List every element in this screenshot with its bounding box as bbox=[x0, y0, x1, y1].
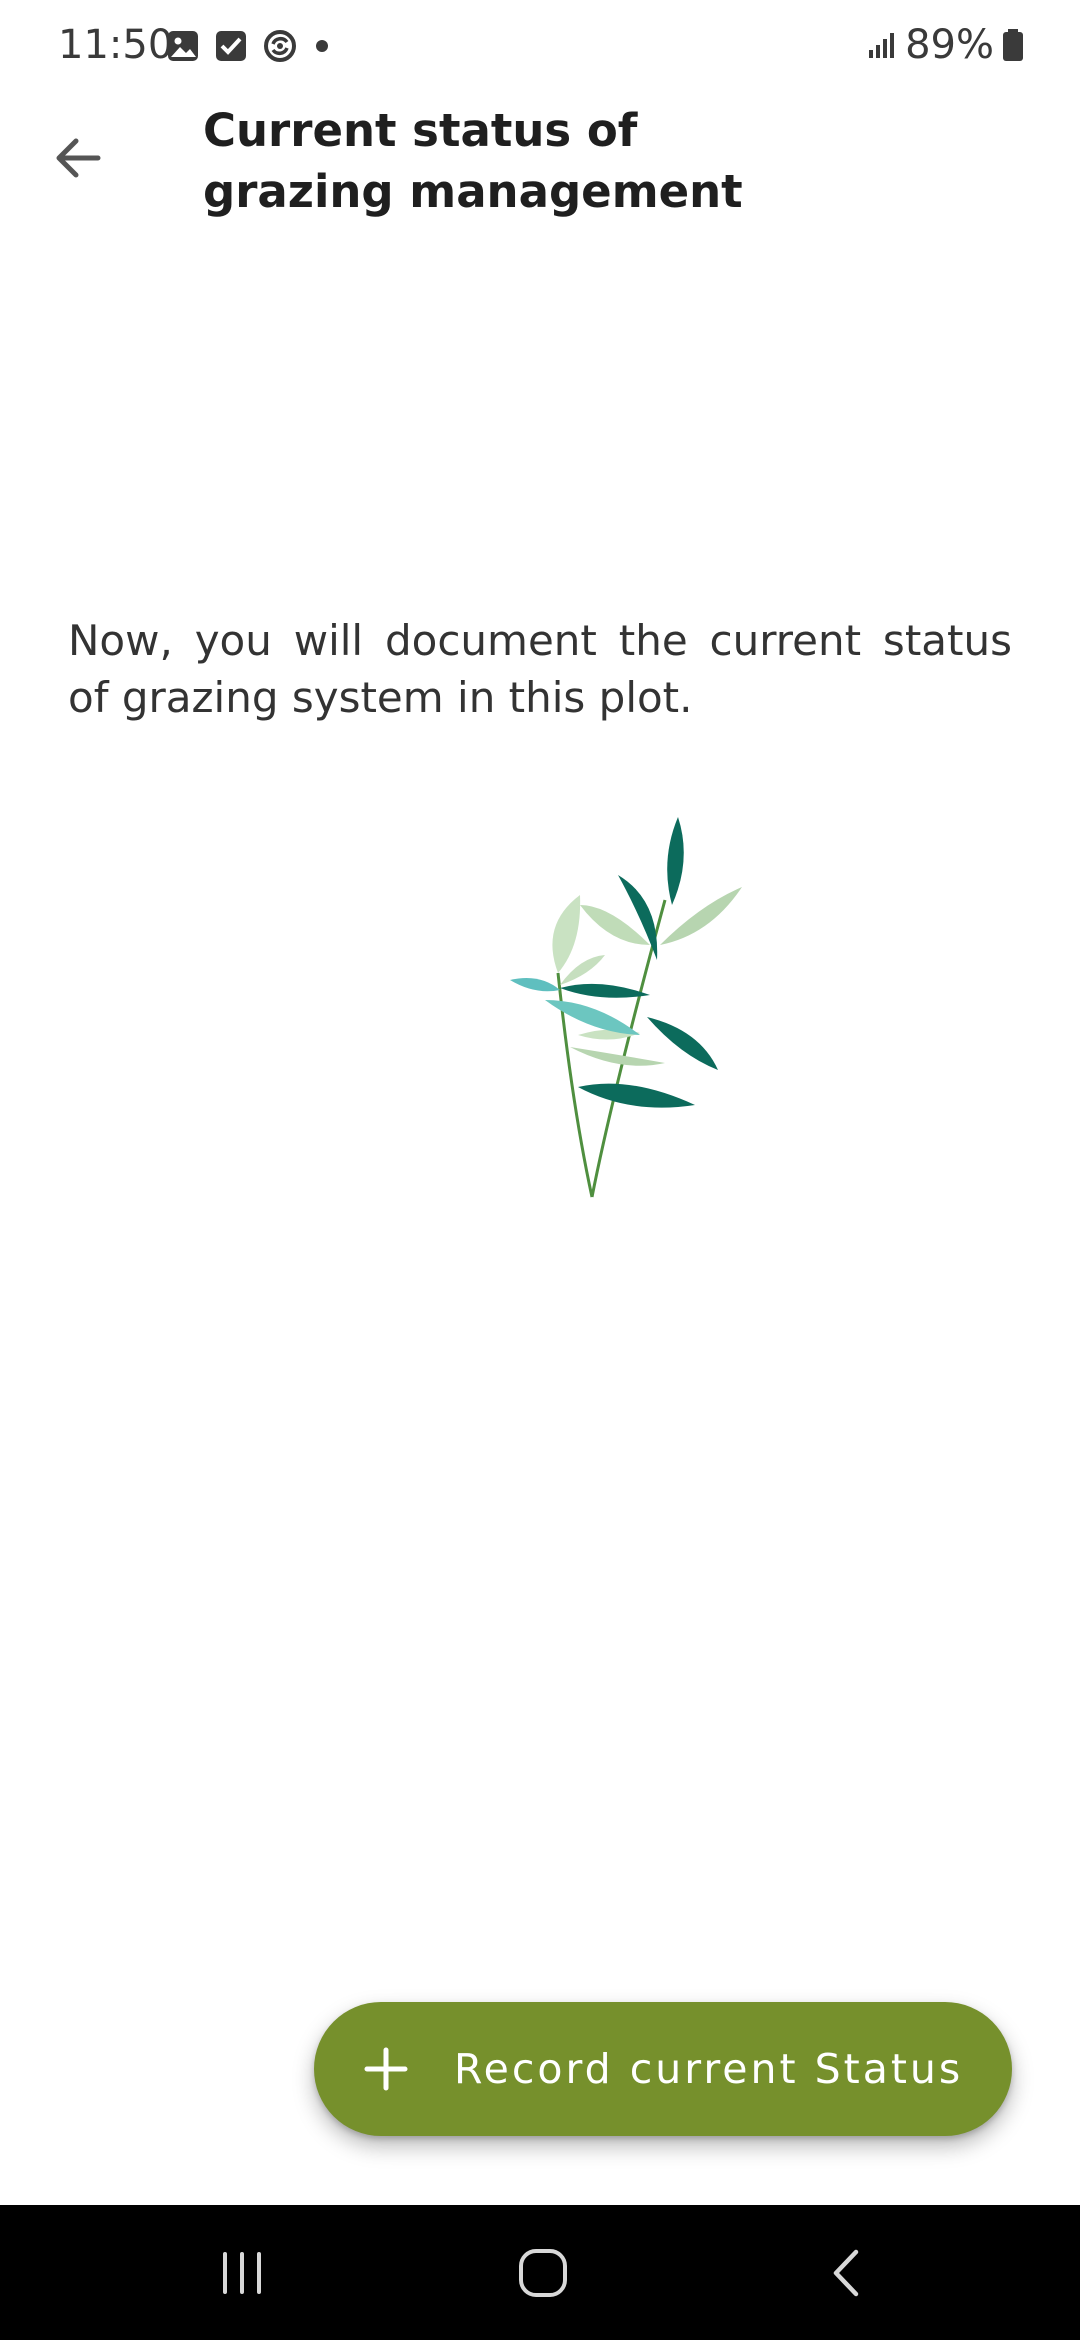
battery-icon bbox=[1003, 29, 1023, 61]
system-indicators: 89% bbox=[867, 20, 1024, 70]
battery-percentage: 89% bbox=[905, 22, 994, 68]
signal-icon bbox=[869, 33, 895, 58]
intro-text: Now, you will document the current statu… bbox=[68, 616, 1012, 722]
plant-leaves-illustration bbox=[510, 817, 742, 1198]
checkbox-icon bbox=[216, 31, 246, 61]
home-icon bbox=[519, 2249, 567, 2297]
page-title: Current status of grazing management bbox=[203, 104, 743, 218]
back-icon bbox=[833, 2249, 859, 2297]
system-nav-bar bbox=[0, 2205, 1080, 2340]
dot-icon bbox=[316, 40, 328, 52]
recent-apps-button[interactable] bbox=[182, 2225, 302, 2321]
arrow-left-icon bbox=[56, 138, 101, 178]
status-time: 11:50 bbox=[58, 22, 174, 68]
record-status-button[interactable]: Record current Status bbox=[314, 2002, 1012, 2136]
nav-back-button[interactable] bbox=[787, 2225, 907, 2321]
home-button[interactable] bbox=[483, 2225, 603, 2321]
recent-apps-icon bbox=[223, 2252, 261, 2294]
plus-icon bbox=[360, 2043, 412, 2095]
image-icon bbox=[168, 31, 198, 61]
sync-icon bbox=[264, 30, 296, 62]
notification-icons bbox=[166, 28, 332, 64]
status-bar: 11:50 89% bbox=[0, 0, 1080, 90]
back-button[interactable] bbox=[40, 120, 116, 196]
record-status-label: Record current Status bbox=[454, 2045, 964, 2093]
